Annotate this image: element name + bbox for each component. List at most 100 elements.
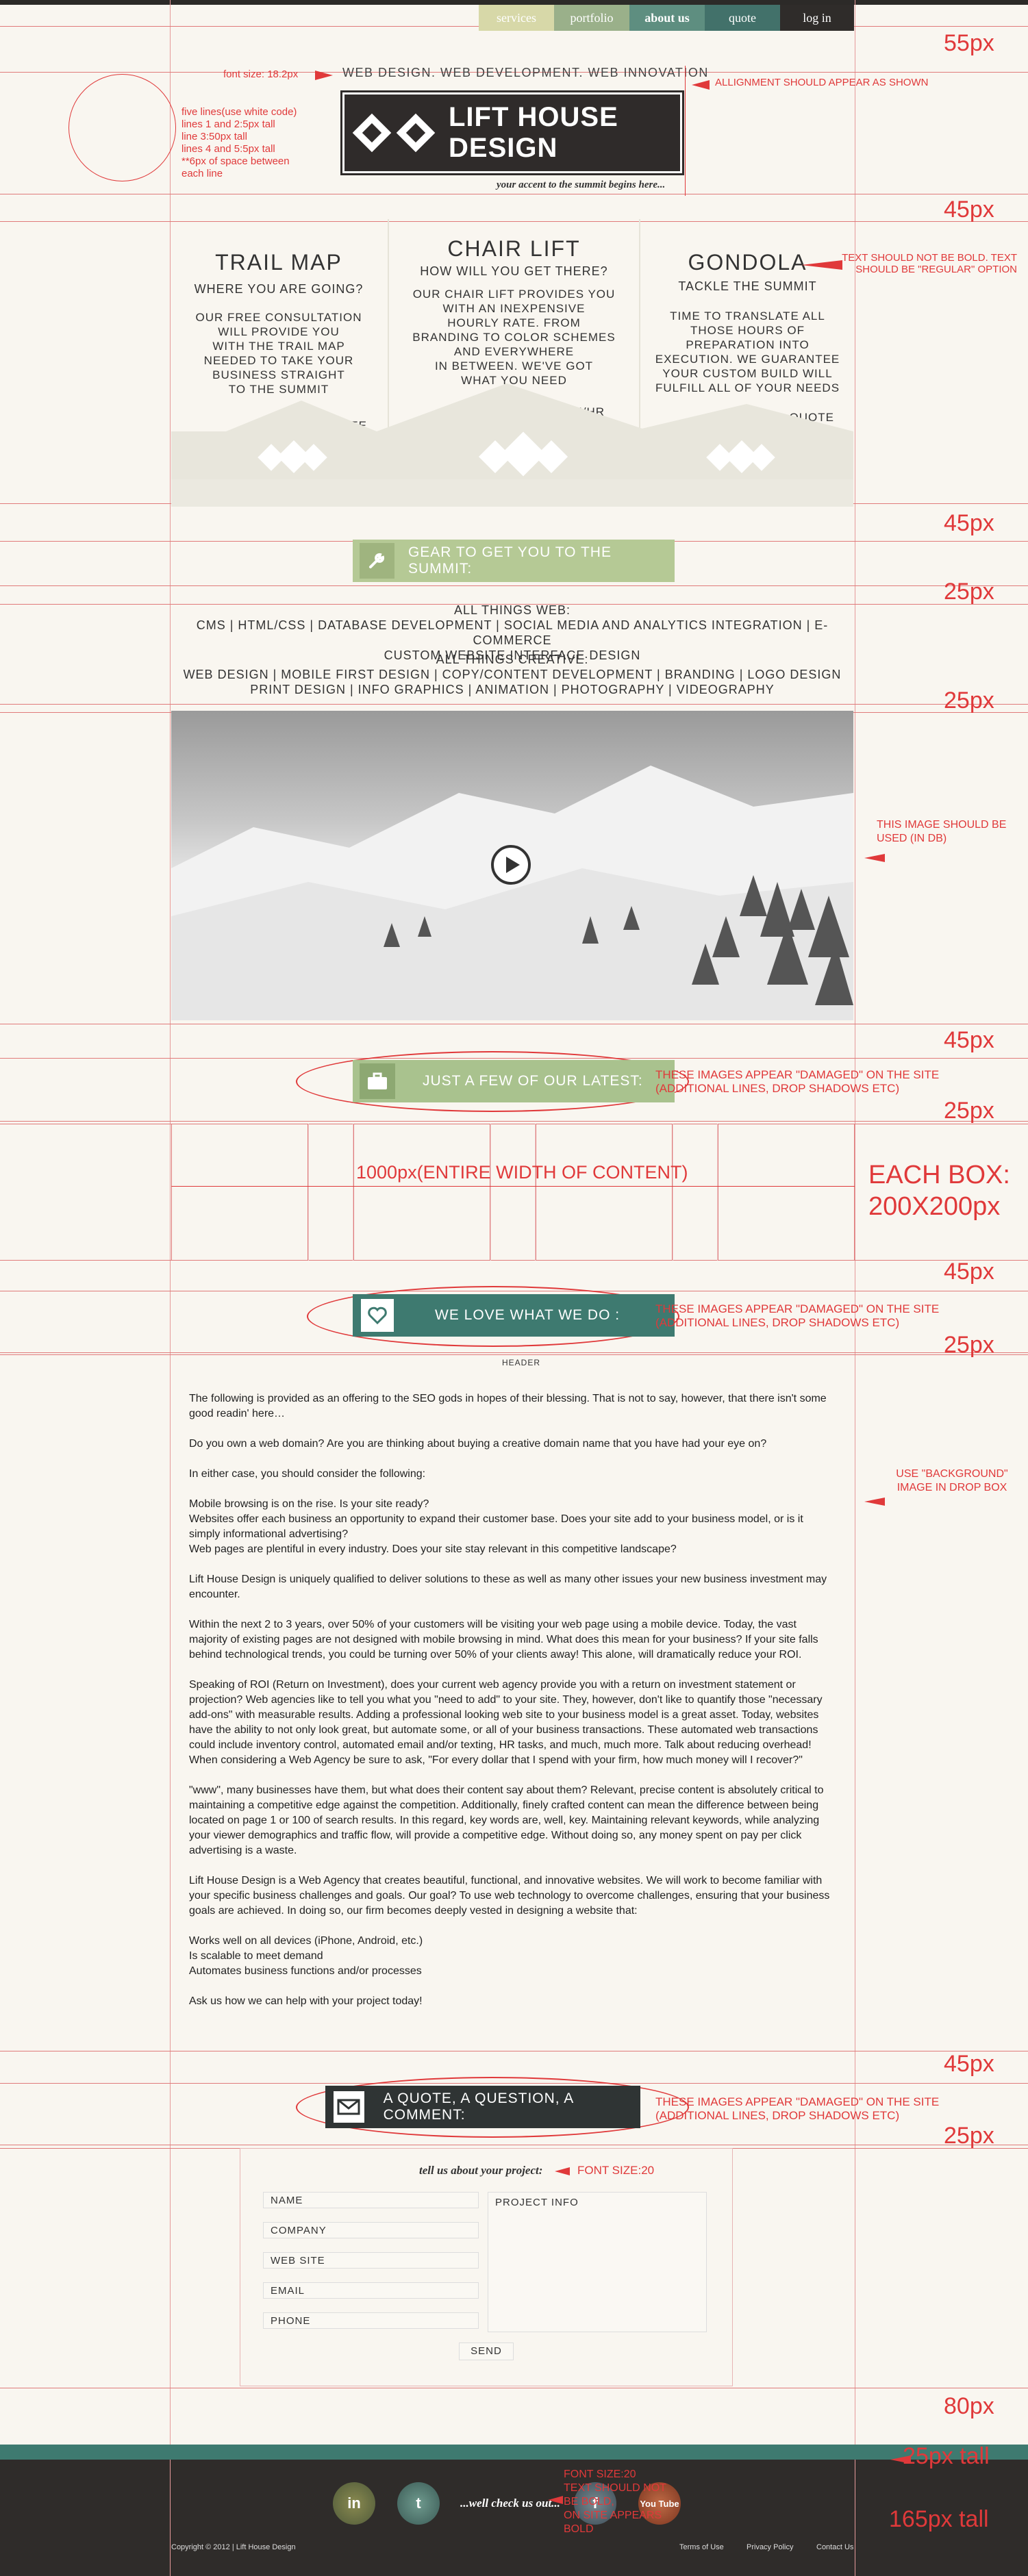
- arrow-icon: [692, 80, 710, 90]
- company-field[interactable]: COMPANY: [263, 2222, 479, 2238]
- things-creative-line: WEB DESIGN | MOBILE FIRST DESIGN | COPY/…: [183, 668, 842, 681]
- spacing-25: 25px: [944, 687, 994, 714]
- service-title: TRAIL MAP: [215, 250, 342, 275]
- contact-banner-title: A QUOTE, A QUESTION, A COMMENT:: [383, 2091, 574, 2123]
- phone-field[interactable]: PHONE: [263, 2312, 479, 2329]
- arrow-icon: [548, 2496, 563, 2504]
- gear-banner: GEAR TO GET YOU TO THE SUMMIT:: [353, 540, 675, 582]
- wrench-icon: [360, 543, 394, 579]
- box-gap: [673, 1124, 718, 1261]
- dropbox-note: USE "BACKGROUND" IMAGE IN DROP BOX: [896, 1468, 1008, 1493]
- contact-banner: A QUOTE, A QUESTION, A COMMENT:: [325, 2086, 640, 2128]
- logo-diamond-icon: [396, 113, 436, 153]
- article-paragraph: Speaking of ROI (Return on Investment), …: [189, 1679, 823, 1766]
- footer-check-text: ...well check us out...: [460, 2497, 560, 2510]
- circle-annotation: [68, 74, 176, 181]
- send-button[interactable]: SEND: [459, 2343, 514, 2360]
- article-paragraph: Mobile browsing is on the rise. Is your …: [189, 1498, 803, 1555]
- website-field[interactable]: WEB SITE: [263, 2252, 479, 2269]
- article-paragraph: "www", many businesses have them, but wh…: [189, 1784, 824, 1856]
- width-note: 1000px(ENTIRE WIDTH OF CONTENT): [356, 1162, 688, 1183]
- nav-portfolio[interactable]: portfolio: [554, 5, 629, 31]
- nav-quote[interactable]: quote: [705, 5, 780, 31]
- project-info-textarea[interactable]: PROJECT INFO: [488, 2192, 707, 2332]
- play-icon[interactable]: [491, 845, 531, 885]
- guide-line: [0, 585, 1028, 586]
- spacing-45: 45px: [944, 1259, 994, 1285]
- main-nav: services portfolio about us quote log in: [479, 5, 854, 31]
- box-gap: [308, 1124, 353, 1261]
- nav-about[interactable]: about us: [629, 5, 705, 31]
- form-heading: tell us about your project:: [419, 2164, 543, 2177]
- form-font-note: FONT SIZE:20: [577, 2164, 655, 2177]
- seo-article: The following is provided as an offering…: [189, 1391, 836, 2024]
- lines-note: five lines(use white code) lines 1 and 2…: [181, 106, 297, 179]
- logo-diamond-icon: [352, 113, 392, 153]
- things-web-line: CMS | HTML/CSS | DATABASE DEVELOPMENT | …: [196, 618, 829, 647]
- email-field[interactable]: EMAIL: [263, 2282, 479, 2299]
- article-paragraph: Lift House Design is uniquely qualified …: [189, 1574, 827, 1600]
- logo-text: LIFT HOUSE DESIGN: [449, 102, 618, 163]
- heart-icon: [361, 1299, 394, 1332]
- each-box-note: EACH BOX: 200X200px: [868, 1161, 1010, 1221]
- service-body: TIME TO TRANSLATE ALL THOSE HOURS OF PREPA…: [655, 310, 840, 394]
- top-strip: [0, 0, 1028, 5]
- font-size-note: font size: 18.2px: [223, 68, 299, 80]
- spacing-80: 80px: [944, 2393, 994, 2419]
- arrow-icon: [315, 71, 333, 80]
- alignment-note: ALLIGNMENT SHOULD APPEAR AS SHOWN: [715, 77, 929, 88]
- things-creative: ALL THINGS CREATIVE: WEB DESIGN | MOBILE…: [170, 652, 855, 697]
- logo[interactable]: LIFT HOUSE DESIGN: [340, 90, 684, 175]
- portfolio-banner: JUST A FEW OF OUR LATEST:: [353, 1060, 675, 1102]
- service-body: OUR CHAIR LIFT PROVIDES YOU WITH AN INEXP…: [412, 288, 616, 387]
- spacing-25-tall: 25px tall: [903, 2443, 990, 2469]
- things-creative-line: PRINT DESIGN | INFO GRAPHICS | ANIMATION…: [250, 683, 775, 696]
- spacing-45: 45px: [944, 197, 994, 223]
- article-paragraph: Do you own a web domain? Are you are thi…: [189, 1438, 767, 1450]
- spacing-165-tall: 165px tall: [889, 2506, 989, 2532]
- guide-line: [685, 66, 686, 196]
- portfolio-box[interactable]: [353, 1124, 490, 1261]
- spacing-25: 25px: [944, 2123, 994, 2149]
- name-field[interactable]: NAME: [263, 2192, 479, 2208]
- contact-link[interactable]: Contact Us: [816, 2543, 853, 2551]
- things-web-title: ALL THINGS WEB:: [453, 603, 571, 617]
- damaged-note: THESE IMAGES APPEAR "DAMAGED" ON THE SIT…: [655, 2095, 940, 2122]
- spacing-25: 25px: [944, 1332, 994, 1358]
- damaged-note: THESE IMAGES APPEAR "DAMAGED" ON THE SIT…: [655, 1302, 940, 1329]
- portfolio-banner-title: JUST A FEW OF OUR LATEST:: [423, 1073, 643, 1089]
- footer-font-note: FONT SIZE:20 TEXT SHOULD NOT BE BOLD, ON S…: [564, 2468, 666, 2535]
- guide-line: [0, 1352, 1028, 1353]
- accent-tagline: your accent to the summit begins here...: [497, 179, 666, 190]
- footer-top-band: [0, 2445, 1028, 2460]
- article-paragraph: Lift House Design is a Web Agency that c…: [189, 1875, 830, 1917]
- spacing-25: 25px: [944, 1098, 994, 1124]
- article-paragraph: Works well on all devices (iPhone, Andro…: [189, 1935, 423, 1977]
- copyright: Copyright © 2012 | Lift House Design: [171, 2543, 296, 2551]
- spacing-45: 45px: [944, 510, 994, 536]
- footer: [0, 2460, 1028, 2576]
- guide-left: [170, 2460, 171, 2576]
- gear-banner-title: GEAR TO GET YOU TO THE SUMMIT:: [408, 544, 612, 577]
- twitter-icon[interactable]: t: [397, 2482, 440, 2525]
- briefcase-icon: [360, 1063, 395, 1099]
- article-paragraph: Ask us how we can help with your project…: [189, 1995, 423, 2007]
- terms-link[interactable]: Terms of Use: [679, 2543, 724, 2551]
- bold-note: TEXT SHOULD NOT BE BOLD. TEXT SHOULD BE "…: [842, 252, 1017, 275]
- spacing-45: 45px: [944, 2051, 994, 2077]
- nav-login[interactable]: log in: [780, 5, 854, 31]
- damaged-note: THESE IMAGES APPEAR "DAMAGED" ON THE SIT…: [655, 1068, 940, 1095]
- service-title: CHAIR LIFT: [447, 236, 581, 261]
- portfolio-box[interactable]: [718, 1124, 855, 1261]
- header-label: HEADER: [502, 1358, 541, 1367]
- article-paragraph: In either case, you should consider the …: [189, 1468, 426, 1480]
- width-line: [171, 1186, 855, 1187]
- nav-services[interactable]: services: [479, 5, 554, 31]
- privacy-link[interactable]: Privacy Policy: [747, 2543, 793, 2551]
- portfolio-box[interactable]: [536, 1124, 673, 1261]
- love-banner-title: WE LOVE WHAT WE DO :: [435, 1307, 620, 1323]
- service-subtitle: WHERE YOU ARE GOING?: [194, 282, 364, 296]
- article-paragraph: The following is provided as an offering…: [189, 1393, 827, 1419]
- linkedin-icon[interactable]: in: [333, 2482, 375, 2525]
- portfolio-box[interactable]: [171, 1124, 308, 1261]
